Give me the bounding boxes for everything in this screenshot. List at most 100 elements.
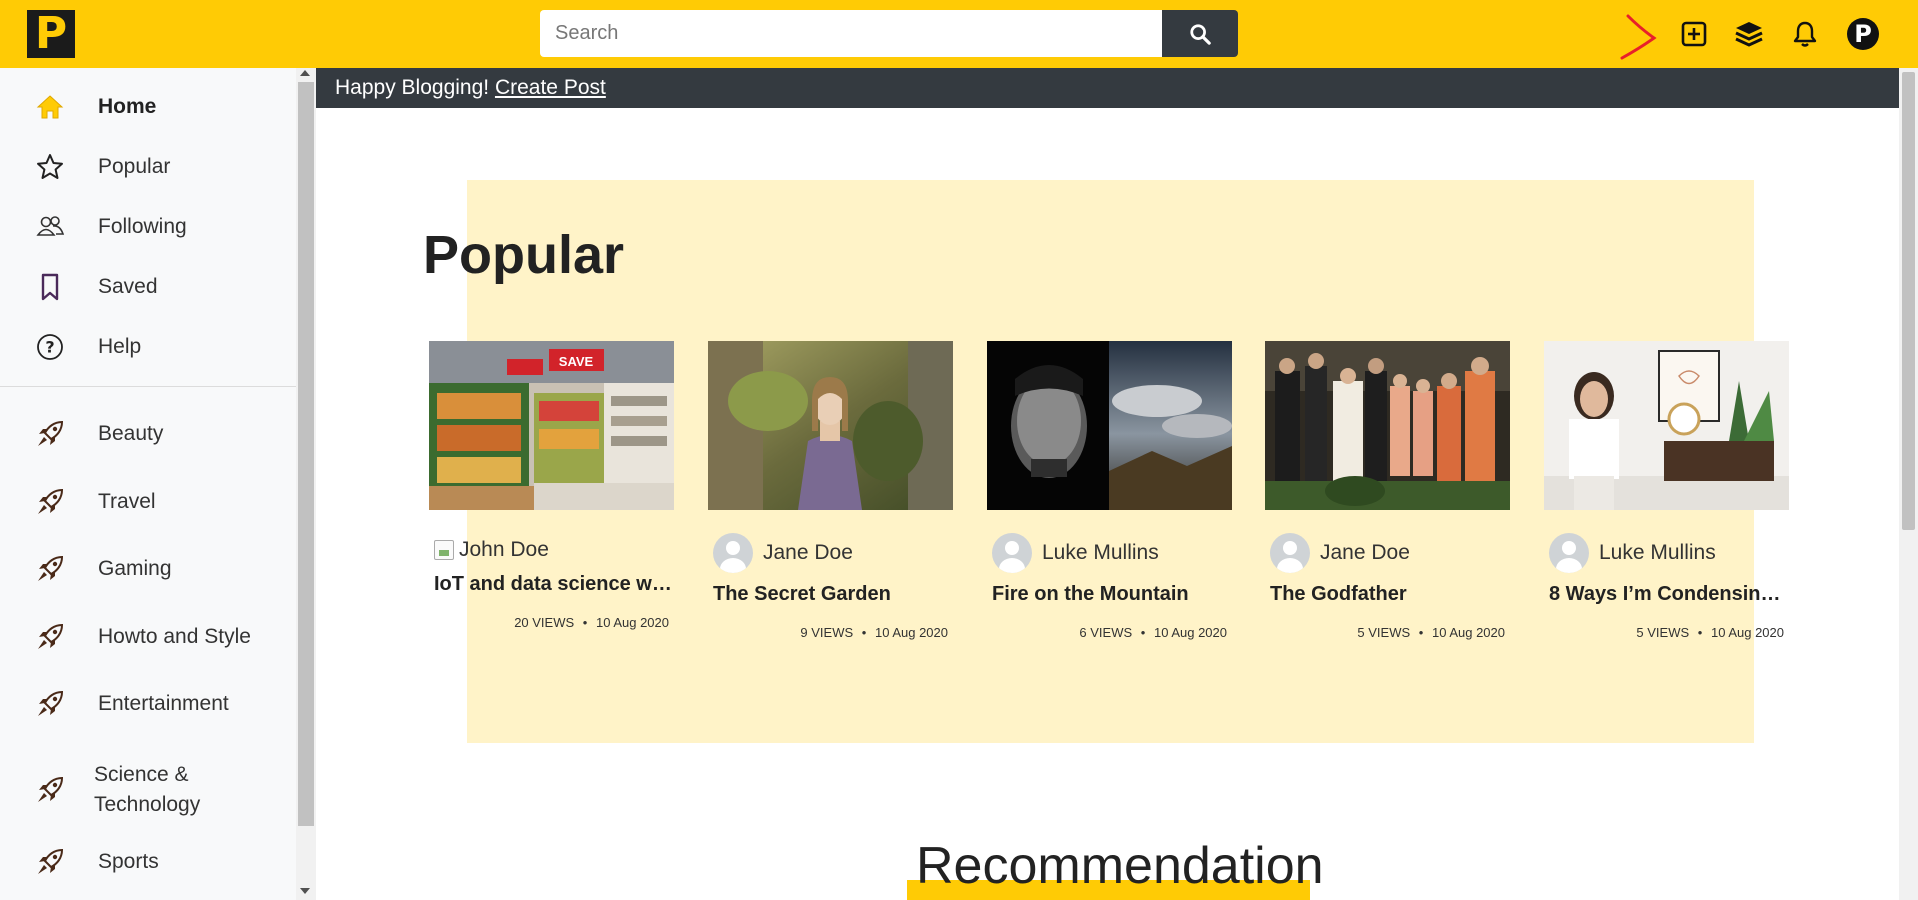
- sidebar-item-label: Sports: [98, 850, 159, 873]
- author-avatar: [713, 533, 753, 573]
- author-avatar: [992, 533, 1032, 573]
- profile-avatar: P: [1847, 18, 1879, 50]
- sidebar-item-label: Entertainment: [98, 692, 229, 715]
- rocket-icon: [34, 846, 66, 878]
- rocket-icon: [34, 774, 66, 806]
- sidebar-item-home[interactable]: Home: [0, 81, 296, 133]
- sidebar-item-popular[interactable]: Popular: [0, 141, 296, 193]
- author-name: Luke Mullins: [1042, 541, 1159, 564]
- sidebar-item-label-line1: Science &: [94, 763, 189, 786]
- sidebar-divider: [0, 386, 296, 387]
- app-logo[interactable]: P: [27, 10, 75, 58]
- sidebar-item-sports[interactable]: Sports: [0, 836, 296, 888]
- notifications-button[interactable]: [1785, 14, 1825, 54]
- sidebar-item-saved[interactable]: Saved: [0, 261, 296, 313]
- author-name: Jane Doe: [1320, 541, 1410, 564]
- post-title[interactable]: Fire on the Mountain: [992, 583, 1230, 606]
- post-card[interactable]: Jane Doe The Secret Garden 9 VIEWS • 10 …: [708, 341, 953, 640]
- bell-icon: [1793, 21, 1817, 47]
- layers-icon: [1735, 22, 1763, 47]
- post-title[interactable]: The Godfather: [1270, 583, 1508, 606]
- feeds-button[interactable]: [1729, 14, 1769, 54]
- post-author[interactable]: Jane Doe: [1270, 533, 1410, 573]
- post-card[interactable]: SAVE John Doe IoT and data science wi… 2…: [429, 341, 674, 630]
- create-post-button[interactable]: [1674, 14, 1714, 54]
- post-thumbnail-supermarket[interactable]: SAVE: [429, 341, 674, 510]
- profile-menu-button[interactable]: P: [1843, 14, 1883, 54]
- annotation-arrow: [1620, 14, 1657, 60]
- post-thumbnail-condensing[interactable]: [1544, 341, 1789, 510]
- sidebar-item-gaming[interactable]: Gaming: [0, 543, 296, 595]
- sidebar-item-label: Saved: [98, 275, 158, 298]
- rocket-icon: [34, 553, 66, 585]
- post-author[interactable]: Luke Mullins: [992, 533, 1159, 573]
- post-views: 5 VIEWS: [1357, 625, 1411, 640]
- sidebar-item-beauty[interactable]: Beauty: [0, 408, 296, 460]
- post-views: 9 VIEWS: [800, 625, 854, 640]
- post-date: 10 Aug 2020: [1431, 625, 1505, 640]
- post-card[interactable]: Luke Mullins Fire on the Mountain 6 VIEW…: [987, 341, 1232, 640]
- post-meta: 9 VIEWS • 10 Aug 2020: [800, 625, 948, 640]
- post-thumbnail-the-godfather[interactable]: [1265, 341, 1510, 510]
- help-icon: ?: [34, 331, 66, 363]
- author-name: John Doe: [459, 538, 549, 561]
- post-title[interactable]: The Secret Garden: [713, 583, 951, 606]
- post-thumbnail-fire-on-the-mountain[interactable]: [987, 341, 1232, 510]
- post-card[interactable]: Luke Mullins 8 Ways I’m Condensin… 5 VIE…: [1544, 341, 1789, 640]
- sidebar-item-travel[interactable]: Travel: [0, 476, 296, 528]
- post-meta: 20 VIEWS • 10 Aug 2020: [514, 615, 669, 630]
- scroll-down-icon[interactable]: [300, 888, 310, 894]
- section-title-recommendation: Recommendation: [916, 837, 1324, 895]
- top-navbar: P P: [0, 0, 1918, 68]
- search-button[interactable]: [1162, 10, 1238, 57]
- post-meta: 6 VIEWS • 10 Aug 2020: [1079, 625, 1227, 640]
- rocket-icon: [34, 418, 66, 450]
- author-name: Jane Doe: [763, 541, 853, 564]
- post-author[interactable]: Luke Mullins: [1549, 533, 1716, 573]
- sidebar-item-label: Science & Technology: [94, 760, 200, 820]
- post-title[interactable]: IoT and data science wi…: [434, 573, 672, 596]
- post-author[interactable]: John Doe: [434, 538, 549, 562]
- sidebar-item-help[interactable]: ? Help: [0, 321, 296, 373]
- sidebar-item-following[interactable]: Following: [0, 201, 296, 253]
- search-icon: [1190, 23, 1211, 45]
- meta-separator: •: [582, 615, 588, 630]
- post-meta: 5 VIEWS • 10 Aug 2020: [1357, 625, 1505, 640]
- sidebar-item-label: Howto and Style: [98, 625, 251, 648]
- search-input[interactable]: [540, 10, 1162, 57]
- post-title[interactable]: 8 Ways I’m Condensin…: [1549, 583, 1787, 606]
- plus-square-icon: [1681, 21, 1707, 47]
- author-name: Luke Mullins: [1599, 541, 1716, 564]
- post-date: 10 Aug 2020: [874, 625, 948, 640]
- author-avatar-broken-image: [434, 540, 454, 560]
- create-post-link[interactable]: Create Post: [495, 76, 606, 99]
- sidebar-item-entertainment[interactable]: Entertainment: [0, 678, 296, 730]
- sidebar-item-label: Travel: [98, 490, 156, 513]
- meta-separator: •: [1418, 625, 1424, 640]
- star-icon: [34, 151, 66, 183]
- post-author[interactable]: Jane Doe: [713, 533, 853, 573]
- page-scrollbar-thumb[interactable]: [1902, 72, 1915, 530]
- svg-text:SAVE: SAVE: [559, 354, 594, 369]
- meta-separator: •: [1697, 625, 1703, 640]
- post-views: 20 VIEWS: [514, 615, 575, 630]
- sidebar-item-science-technology[interactable]: Science & Technology: [0, 748, 296, 832]
- post-card[interactable]: Jane Doe The Godfather 5 VIEWS • 10 Aug …: [1265, 341, 1510, 640]
- people-icon: [34, 211, 66, 243]
- sidebar-item-label: Gaming: [98, 557, 172, 580]
- create-post-banner: Happy Blogging! Create Post: [316, 68, 1899, 108]
- sidebar-item-label: Help: [98, 335, 142, 358]
- sidebar-item-howto-and-style[interactable]: Howto and Style: [0, 611, 296, 663]
- rocket-icon: [34, 486, 66, 518]
- home-icon: [34, 91, 66, 123]
- post-thumbnail-secret-garden[interactable]: [708, 341, 953, 510]
- post-date: 10 Aug 2020: [595, 615, 669, 630]
- sidebar-item-label: Beauty: [98, 422, 164, 445]
- sidebar-item-label: Following: [98, 215, 187, 238]
- sidebar: Home Popular Following Saved ? Help Beau…: [0, 68, 296, 900]
- sidebar-scrollbar-thumb[interactable]: [298, 82, 314, 826]
- banner-text: Happy Blogging!: [335, 76, 495, 99]
- rocket-icon: [34, 621, 66, 653]
- scroll-up-icon[interactable]: [300, 70, 310, 76]
- sidebar-item-label: Home: [98, 95, 157, 118]
